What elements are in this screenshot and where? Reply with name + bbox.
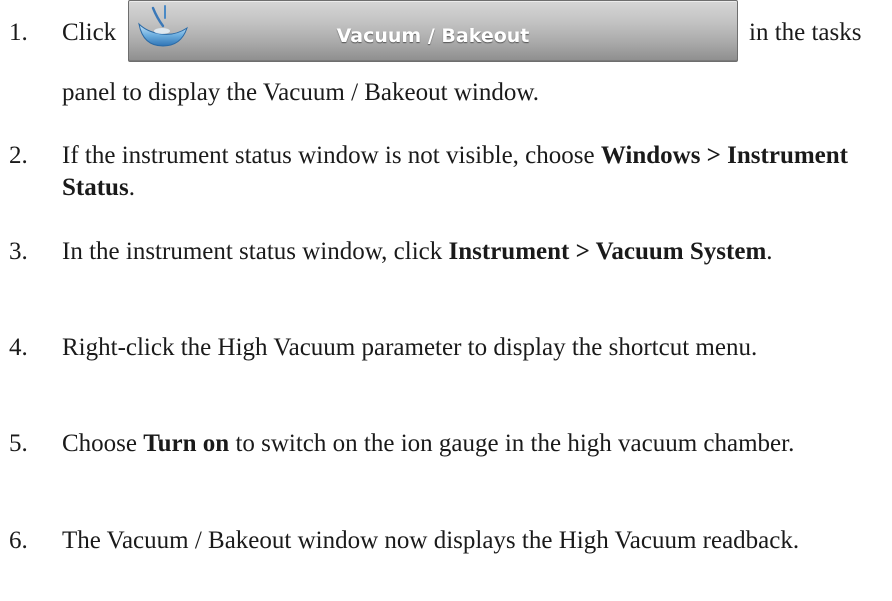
step-text-plain: . [128, 174, 135, 201]
step-text: Click [62, 19, 117, 46]
menu-path-instrument-vacuum-system: Instrument > Vacuum System [448, 238, 767, 265]
step-number: 1. [9, 19, 28, 46]
step-text-plain: to switch on the ion gauge in the high v… [229, 430, 795, 457]
step-text: Choose Turn on to switch on the ion gaug… [62, 428, 882, 460]
step-text: panel to display the Vacuum / Bakeout wi… [62, 79, 540, 106]
vacuum-bakeout-button-label: Vacuum / Bakeout [336, 25, 530, 47]
step-text-plain: . [766, 238, 773, 265]
step-number: 5. [9, 430, 28, 457]
step-text: If the instrument status window is not v… [62, 140, 882, 204]
step-text-plain: If the instrument status window is not v… [62, 142, 601, 169]
step-number: 4. [9, 334, 28, 361]
step-text: Right-click the High Vacuum parameter to… [62, 332, 882, 364]
step-number: 6. [9, 527, 28, 554]
procedure-steps: 1. Click Vacuum / Bakeout in the tasks p… [0, 0, 892, 601]
step-text-plain: The Vacuum / Bakeout window now displays… [62, 527, 800, 554]
step-number: 2. [9, 142, 28, 169]
vacuum-bakeout-task-button[interactable]: Vacuum / Bakeout [128, 0, 738, 62]
step-text: The Vacuum / Bakeout window now displays… [62, 525, 882, 557]
menu-item-turn-on: Turn on [143, 430, 230, 457]
step-text-plain: Choose [62, 430, 144, 457]
step-text: In the instrument status window, click I… [62, 236, 882, 268]
step-text-plain: Right-click the High Vacuum parameter to… [62, 334, 758, 361]
step-number: 3. [9, 238, 28, 265]
step-text-plain: In the instrument status window, click [62, 238, 449, 265]
step-text: in the tasks [749, 19, 862, 46]
